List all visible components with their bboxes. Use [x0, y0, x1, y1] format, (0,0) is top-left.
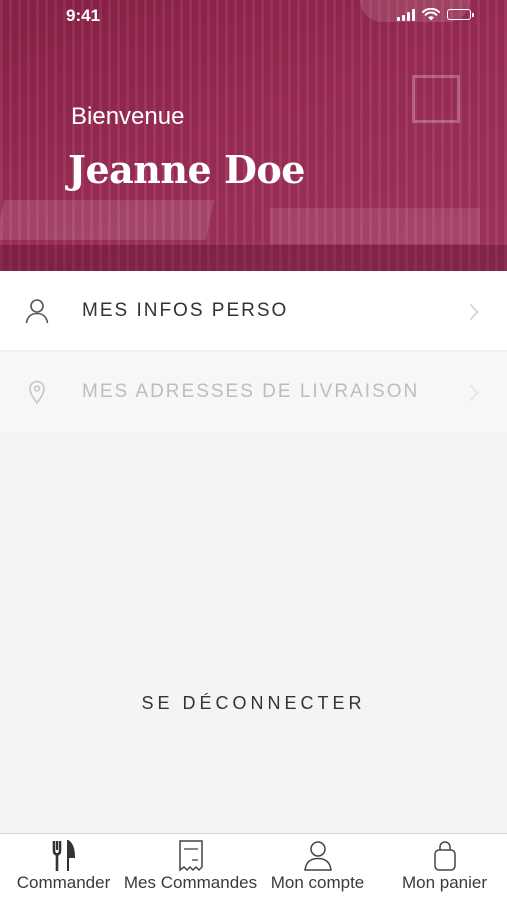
menu-item-infos-perso[interactable]: MES INFOS PERSO [0, 271, 507, 351]
status-icons [397, 8, 474, 21]
hero-banner: 9:41 Bienvenue Jeanne Doe [0, 0, 507, 271]
receipt-icon [178, 840, 203, 872]
tab-bar: Commander Mes Commandes Mon compte Mon p… [0, 833, 507, 901]
battery-icon [447, 9, 474, 20]
tab-label: Mon compte [270, 873, 365, 892]
wifi-icon [422, 8, 440, 21]
user-icon [25, 299, 49, 324]
tab-label: Commander [16, 873, 111, 892]
user-name: Jeanne Doe [68, 147, 305, 192]
menu-item-label: MES INFOS PERSO [82, 299, 289, 321]
status-bar: 9:41 [0, 0, 507, 32]
tab-mon-compte[interactable]: Mon compte [254, 834, 381, 901]
menu-item-label: MES ADRESSES DE LIVRAISON [82, 381, 420, 402]
chevron-right-icon [469, 303, 479, 321]
tab-label: Mon panier [401, 873, 488, 892]
user-icon [303, 841, 332, 871]
logout-button[interactable]: SE DÉCONNECTER [0, 693, 507, 714]
tab-label: Mes Commandes [123, 873, 258, 892]
status-time: 9:41 [66, 6, 101, 25]
tab-mon-panier[interactable]: Mon panier [381, 834, 507, 901]
fork-knife-icon [52, 840, 75, 871]
chevron-right-icon [469, 384, 479, 402]
menu-item-adresses-livraison[interactable]: MES ADRESSES DE LIVRAISON [0, 352, 507, 432]
hero-decor-floor [0, 245, 507, 271]
welcome-text: Bienvenue [71, 103, 185, 130]
cellular-signal-icon [397, 8, 415, 21]
hero-decor-table [0, 200, 215, 240]
hero-decor-frame [412, 75, 460, 123]
hero-decor-table [270, 208, 480, 244]
tab-mes-commandes[interactable]: Mes Commandes [123, 834, 258, 901]
location-pin-icon [29, 380, 45, 405]
tab-commander[interactable]: Commander [0, 834, 127, 901]
shopping-bag-icon [433, 841, 456, 871]
